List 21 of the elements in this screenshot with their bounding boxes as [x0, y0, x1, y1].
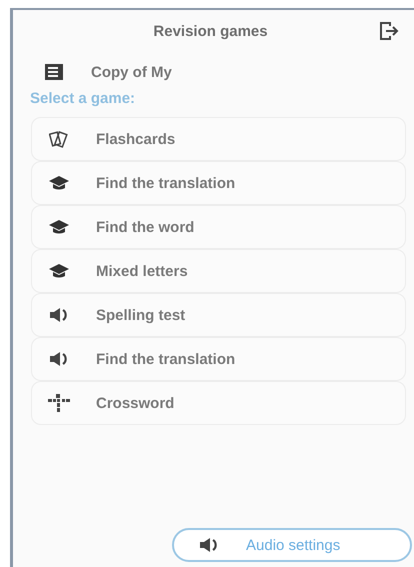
game-item[interactable]: Flashcards — [31, 117, 406, 161]
screen-title: Revision games — [152, 22, 269, 40]
graduation-cap-icon — [48, 263, 70, 279]
audio-settings-button[interactable]: Audio settings — [172, 528, 412, 562]
graduation-cap-icon — [48, 175, 70, 191]
game-item[interactable]: Spelling test — [31, 293, 406, 337]
speaker-icon — [198, 537, 220, 553]
game-item[interactable]: Find the translation — [31, 161, 406, 205]
game-item[interactable]: Find the word — [31, 205, 406, 249]
section-label: Select a game: — [30, 90, 136, 107]
cards-icon — [49, 130, 69, 148]
game-item[interactable]: Mixed letters — [31, 249, 406, 293]
game-item[interactable]: Find the translation — [31, 337, 406, 381]
list-name: Copy of My — [91, 64, 172, 80]
speaker-icon — [48, 351, 70, 367]
speaker-icon — [48, 307, 70, 323]
graduation-cap-icon — [48, 219, 70, 235]
crossword-icon — [48, 394, 70, 412]
game-item[interactable]: Crossword — [31, 381, 406, 425]
exit-icon[interactable] — [378, 20, 400, 42]
list-icon — [45, 64, 63, 80]
